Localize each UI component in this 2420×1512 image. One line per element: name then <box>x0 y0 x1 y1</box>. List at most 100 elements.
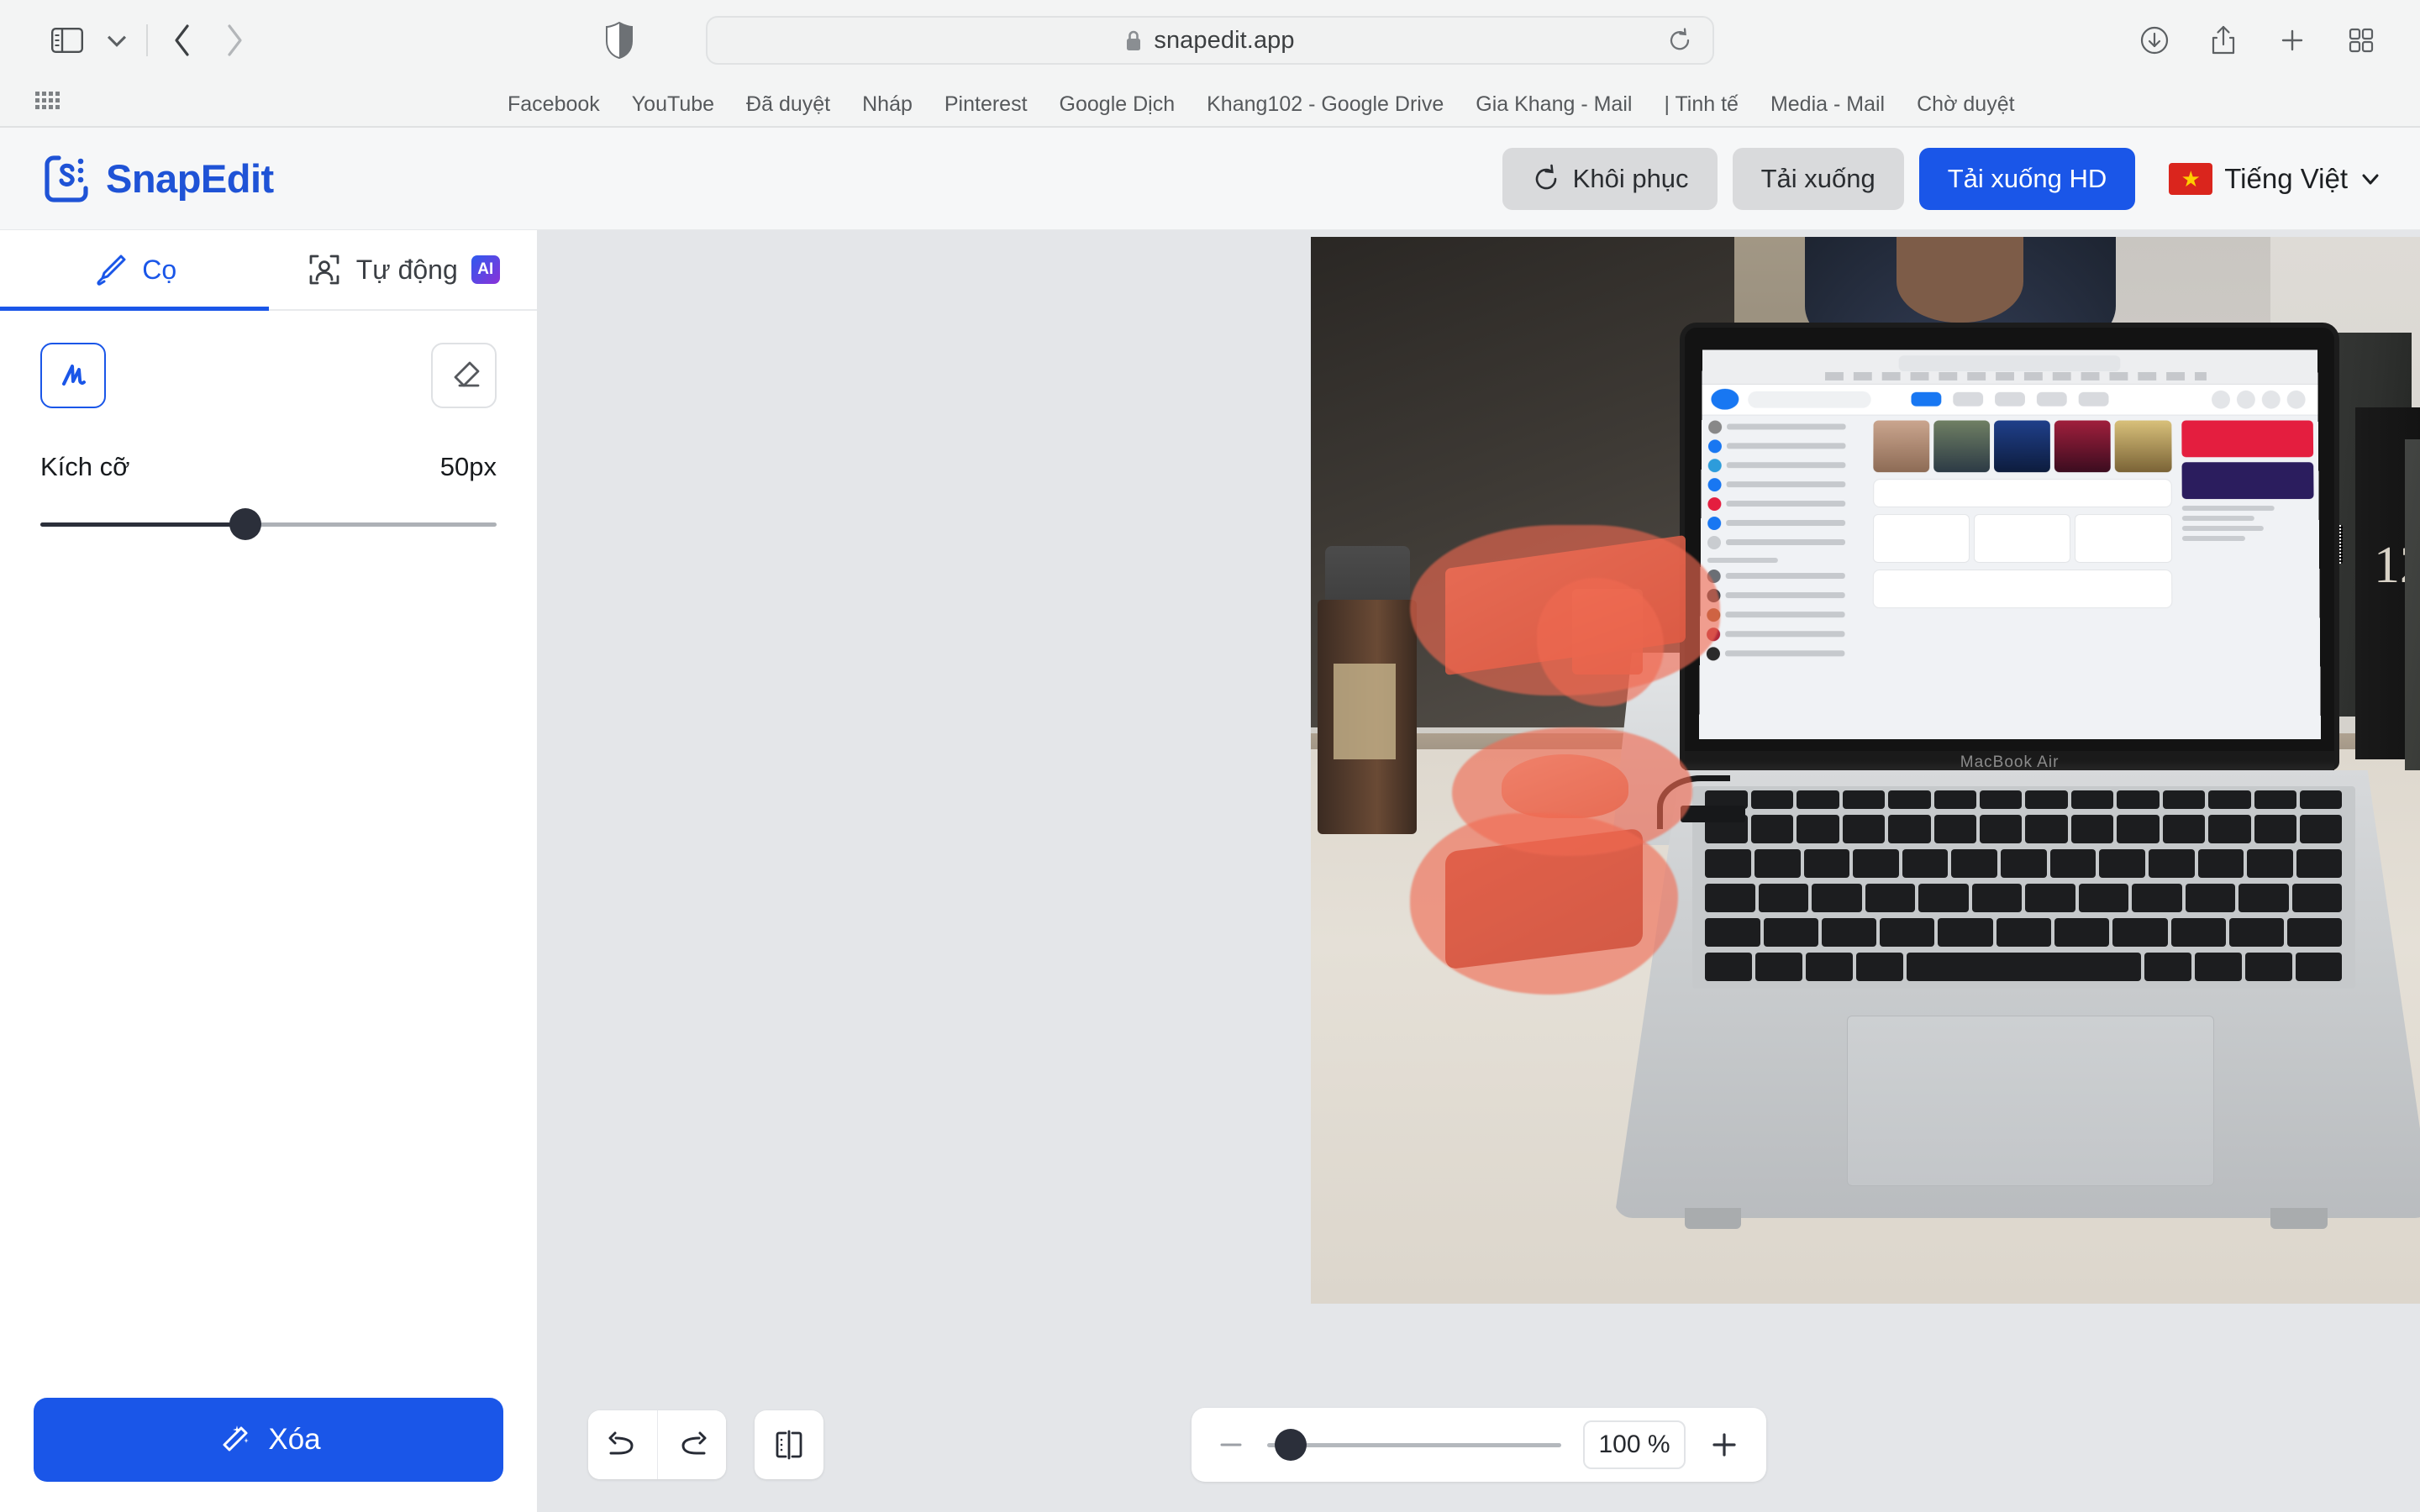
bookmarks-list: Facebook YouTube Đã duyệt Nháp Pinterest Goog… <box>508 92 2015 117</box>
photo-fb-cards <box>1872 514 2171 563</box>
photo-keyboard-row <box>1692 815 2356 843</box>
privacy-shield-icon[interactable] <box>605 21 634 60</box>
erase-button[interactable]: Xóa <box>34 1398 503 1482</box>
editor-canvas[interactable]: 12 <box>538 230 2420 1512</box>
canvas-bottom-bar: 100 % <box>538 1378 2420 1512</box>
bookmark-item[interactable]: Đã duyệt <box>746 92 830 117</box>
photo-keyboard-row <box>1692 953 2356 981</box>
photo-usb-plug <box>1681 806 1745 822</box>
photo-fb-account <box>2170 391 2305 408</box>
brush-slider-fill <box>40 522 245 527</box>
zoom-slider-thumb[interactable] <box>1275 1429 1307 1461</box>
redo-icon <box>675 1427 710 1462</box>
minus-icon <box>1217 1431 1245 1459</box>
compare-split-icon <box>771 1426 808 1463</box>
photo-fb-ad <box>2181 462 2313 499</box>
undo-button[interactable] <box>588 1410 657 1479</box>
tab-overview-icon[interactable] <box>2336 16 2386 65</box>
brush-icon <box>92 251 129 288</box>
photo-fb-browser-chrome <box>1702 350 2317 385</box>
download-hd-button[interactable]: Tải xuống HD <box>1919 148 2136 210</box>
magic-wand-icon <box>216 1421 253 1458</box>
bookmark-item[interactable]: Pinterest <box>944 92 1028 117</box>
bookmark-item[interactable]: Chờ duyệt <box>1917 92 2014 117</box>
bookmark-item[interactable]: Media - Mail <box>1770 92 1885 117</box>
browser-chrome: snapedit.app <box>0 0 2420 128</box>
brush-slider-thumb[interactable] <box>229 508 261 540</box>
scribble-icon <box>54 356 92 395</box>
photo-laptop-screen <box>1699 350 2321 739</box>
photo-fb-left-nav <box>1699 416 1868 739</box>
photo-keyboard-row <box>1692 884 2356 912</box>
erase-button-wrap: Xóa <box>0 1398 537 1512</box>
sidebar-toggle-icon[interactable] <box>44 17 91 64</box>
auto-select-icon <box>306 251 343 288</box>
share-icon[interactable] <box>2198 16 2249 65</box>
address-bar-wrap: snapedit.app <box>706 16 1714 65</box>
restore-button[interactable]: Khôi phục <box>1502 148 1718 210</box>
compare-button[interactable] <box>755 1410 823 1479</box>
eraser-tool-button[interactable] <box>431 343 497 408</box>
brand-name: SnapEdit <box>106 155 274 202</box>
ai-badge: AI <box>471 255 500 284</box>
tool-panel: Kích cỡ 50px <box>0 311 537 541</box>
download-hd-label: Tải xuống HD <box>1948 164 2107 194</box>
new-tab-icon[interactable] <box>2267 16 2317 65</box>
zoom-out-button[interactable] <box>1217 1431 1245 1459</box>
photo-fb-bookmarks <box>1825 372 2207 381</box>
browser-toolbar: snapedit.app <box>0 0 2420 81</box>
apps-grid-icon[interactable] <box>34 90 62 118</box>
tab-auto[interactable]: Tự động AI <box>269 230 538 309</box>
back-button[interactable] <box>156 17 208 64</box>
bookmark-item[interactable]: Nháp <box>862 92 913 117</box>
brush-size-slider[interactable] <box>40 507 497 541</box>
address-bar[interactable]: snapedit.app <box>706 16 1714 65</box>
zoom-in-button[interactable] <box>1707 1428 1741 1462</box>
tab-auto-label: Tự động <box>356 255 458 286</box>
reload-icon[interactable] <box>1667 28 1692 53</box>
redo-button[interactable] <box>657 1410 726 1479</box>
photo-fb-feed <box>1866 416 2177 739</box>
language-selector[interactable]: ★ Tiếng Việt <box>2169 163 2381 195</box>
photo-fb-ad <box>2181 421 2313 458</box>
forward-button[interactable] <box>208 17 260 64</box>
photo-laptop-trackpad <box>1847 1016 2214 1186</box>
photo-fb-body <box>1699 416 2321 739</box>
bookmark-item[interactable]: Facebook <box>508 92 600 117</box>
brush-size-value: 50px <box>440 452 497 482</box>
plus-icon <box>1707 1428 1741 1462</box>
brand-logo[interactable]: SnapEdit <box>44 155 274 203</box>
tool-row <box>40 343 497 408</box>
photo-fb-post <box>1872 570 2172 608</box>
photo-facebook-ui <box>1699 350 2321 739</box>
brush-tool-button[interactable] <box>40 343 106 408</box>
photo-fb-tabs <box>1911 388 2108 412</box>
chevron-down-icon <box>2360 168 2381 190</box>
header-actions: Khôi phục Tải xuống Tải xuống HD ★ Tiếng… <box>1502 148 2381 210</box>
restore-label: Khôi phục <box>1573 164 1689 194</box>
photo-keyboard-row <box>1692 849 2356 878</box>
zoom-slider[interactable] <box>1267 1428 1561 1462</box>
download-button[interactable]: Tải xuống <box>1733 148 1904 210</box>
sidebar-spacer <box>0 541 537 1398</box>
app-main: Cọ Tự động AI <box>0 230 2420 1512</box>
bookmark-item[interactable]: YouTube <box>632 92 714 117</box>
history-controls <box>588 1410 726 1479</box>
browser-nav-left <box>44 17 260 64</box>
lock-icon <box>1125 29 1142 51</box>
tab-brush[interactable]: Cọ <box>0 230 269 309</box>
address-bar-content: snapedit.app <box>1125 27 1294 55</box>
photo-phone-box-right <box>2405 439 2420 770</box>
photo-jar-label <box>1334 664 1396 759</box>
photo-laptop-foot <box>2270 1208 2327 1229</box>
bookmark-item[interactable]: Khang102 - Google Drive <box>1207 92 1444 117</box>
photo-keyboard-row <box>1692 790 2356 809</box>
bookmark-item[interactable]: Google Dịch <box>1060 92 1176 117</box>
downloads-icon[interactable] <box>2129 16 2180 65</box>
download-label: Tải xuống <box>1761 164 1876 194</box>
erase-label: Xóa <box>268 1423 320 1457</box>
bookmark-item[interactable]: Gia Khang - Mail <box>1476 92 1632 117</box>
editing-photo[interactable]: 12 <box>1311 237 2420 1304</box>
bookmark-item[interactable]: | Tinh tế <box>1664 92 1739 117</box>
sidebar-dropdown-icon[interactable] <box>91 17 138 64</box>
